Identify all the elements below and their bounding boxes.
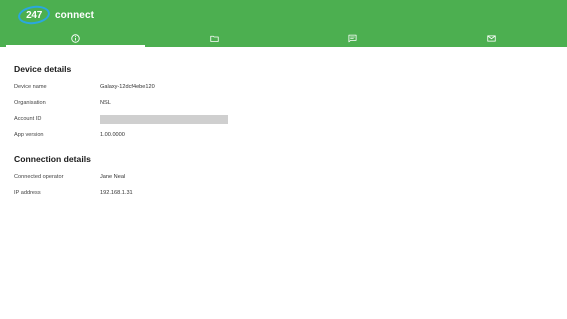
detail-value: Jane Neal [100,174,126,180]
detail-row-device-name: Device name Galaxy-12dcf4ebe120 [14,79,553,95]
tab-files[interactable] [145,30,284,47]
detail-row-app-version: App version 1.00.0000 [14,127,553,143]
detail-label: Organisation [14,100,46,106]
connection-details-section: Connection details Connected operator Ja… [14,153,553,201]
app-root: 247 connect Device details Device name G… [0,0,567,319]
detail-row-account-id: Account ID [14,111,553,127]
device-details-section: Device details Device name Galaxy-12dcf4… [14,63,553,143]
section-title-connection: Connection details [14,154,91,164]
main-content: Device details Device name Galaxy-12dcf4… [0,47,567,201]
detail-label: Connected operator [14,174,64,180]
detail-value: 1.00.0000 [100,132,125,138]
app-header: 247 connect [0,0,567,47]
tab-mail[interactable] [422,30,561,47]
tab-info[interactable] [6,30,145,47]
detail-value: NSL [100,100,111,106]
section-title-device: Device details [14,64,72,74]
detail-label: IP address [14,190,41,196]
logo-word: connect [55,9,95,21]
logo-badge: 247 [16,3,52,27]
detail-label: App version [14,132,44,138]
redacted-value [100,114,228,124]
detail-label: Device name [14,84,47,90]
tab-bar [6,30,561,47]
message-icon [348,34,357,43]
tab-messages[interactable] [284,30,423,47]
detail-value: Galaxy-12dcf4ebe120 [100,84,155,90]
detail-label: Account ID [14,116,42,122]
brand-logo: 247 connect [16,3,95,27]
detail-row-organisation: Organisation NSL [14,95,553,111]
logo-number: 247 [25,9,43,21]
mail-icon [487,35,496,42]
folder-icon [209,35,219,42]
detail-row-ip-address: IP address 192.168.1.31 [14,185,553,201]
detail-row-connected-operator: Connected operator Jane Neal [14,169,553,185]
detail-value: 192.168.1.31 [100,190,133,196]
info-icon [71,34,80,43]
